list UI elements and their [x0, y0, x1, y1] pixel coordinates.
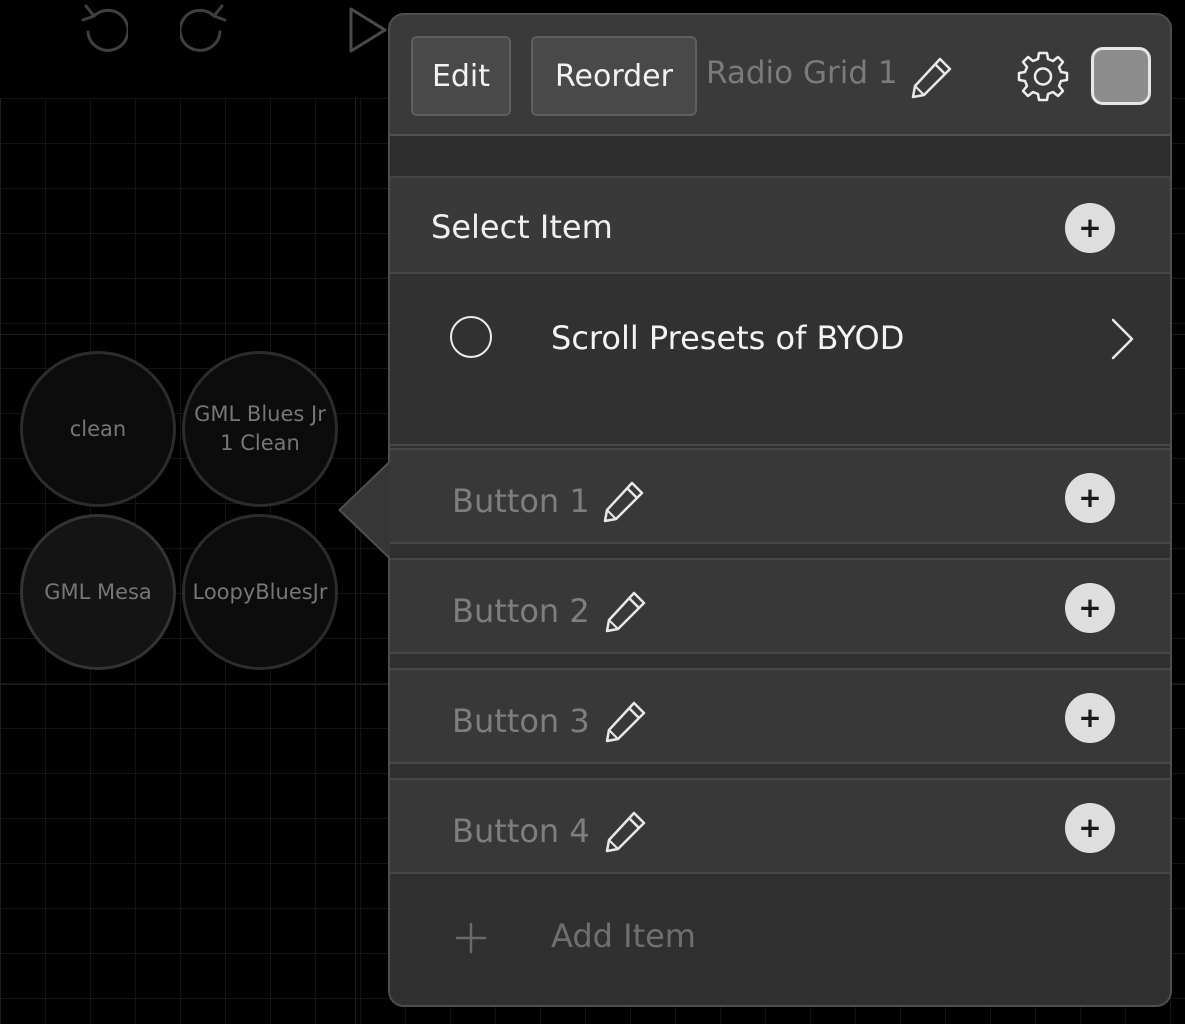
add-item-label: Add Item: [551, 917, 696, 955]
select-item-section: Select Item +: [390, 178, 1170, 274]
button-row-1[interactable]: Button 1 +: [390, 448, 1170, 544]
radio-unchecked-icon[interactable]: [450, 316, 492, 358]
redo-icon[interactable]: [180, 2, 228, 56]
popover-arrow-fill: [341, 463, 390, 557]
plus-icon: +: [1078, 701, 1102, 734]
button-row-name: Button 4: [452, 812, 590, 850]
select-item-title: Select Item: [431, 208, 613, 246]
color-swatch[interactable]: [1091, 47, 1151, 105]
radio-grid-popover: Edit Reorder Radio Grid 1 Select Item + …: [388, 13, 1172, 1007]
gear-icon[interactable]: [1016, 49, 1070, 103]
plus-icon: +: [1078, 481, 1102, 514]
add-item-row[interactable]: Add Item: [390, 875, 1170, 1005]
pencil-icon[interactable]: [910, 55, 954, 99]
radio-button-1[interactable]: clean: [20, 351, 176, 507]
header-spacer: [390, 136, 1170, 178]
add-button-2-item[interactable]: +: [1065, 583, 1115, 633]
button-row-name: Button 3: [452, 702, 590, 740]
edit-button[interactable]: Edit: [411, 36, 511, 116]
widget-title: Radio Grid 1: [706, 55, 898, 91]
button-row-3[interactable]: Button 3 +: [390, 668, 1170, 764]
select-item-name: Scroll Presets of BYOD: [551, 319, 905, 357]
undo-icon[interactable]: [80, 2, 128, 56]
pencil-icon[interactable]: [604, 589, 648, 633]
app-root: clean GML Blues Jr 1 Clean GML Mesa Loop…: [0, 0, 1185, 1024]
plus-icon: +: [1078, 591, 1102, 624]
edit-button-label: Edit: [431, 58, 491, 94]
button-row-4[interactable]: Button 4 +: [390, 778, 1170, 874]
radio-button-label: LoopyBluesJr: [192, 579, 328, 604]
plus-icon: +: [1078, 811, 1102, 844]
pencil-icon[interactable]: [604, 699, 648, 743]
chevron-right-icon[interactable]: [1110, 317, 1136, 361]
play-icon[interactable]: [348, 6, 388, 54]
add-button-3-item[interactable]: +: [1065, 693, 1115, 743]
popover-header: Edit Reorder Radio Grid 1: [390, 15, 1170, 136]
pencil-icon[interactable]: [604, 809, 648, 853]
radio-button-4[interactable]: LoopyBluesJr: [182, 514, 338, 670]
select-item-row[interactable]: Scroll Presets of BYOD: [390, 276, 1170, 446]
radio-button-2[interactable]: GML Blues Jr 1 Clean: [182, 351, 338, 507]
plus-icon: [455, 922, 487, 954]
radio-button-label: GML Blues Jr 1 Clean: [194, 402, 326, 455]
add-button-1-item[interactable]: +: [1065, 473, 1115, 523]
button-row-name: Button 2: [452, 592, 590, 630]
radio-button-label: GML Mesa: [44, 579, 152, 604]
button-row-name: Button 1: [452, 482, 590, 520]
add-button-4-item[interactable]: +: [1065, 803, 1115, 853]
plus-icon: +: [1078, 211, 1102, 244]
reorder-button[interactable]: Reorder: [531, 36, 697, 116]
reorder-button-label: Reorder: [555, 58, 673, 94]
radio-button-label: clean: [69, 416, 127, 441]
add-select-item-button[interactable]: +: [1065, 203, 1115, 253]
pencil-icon[interactable]: [602, 479, 646, 523]
radio-button-3[interactable]: GML Mesa: [20, 514, 176, 670]
button-row-2[interactable]: Button 2 +: [390, 558, 1170, 654]
